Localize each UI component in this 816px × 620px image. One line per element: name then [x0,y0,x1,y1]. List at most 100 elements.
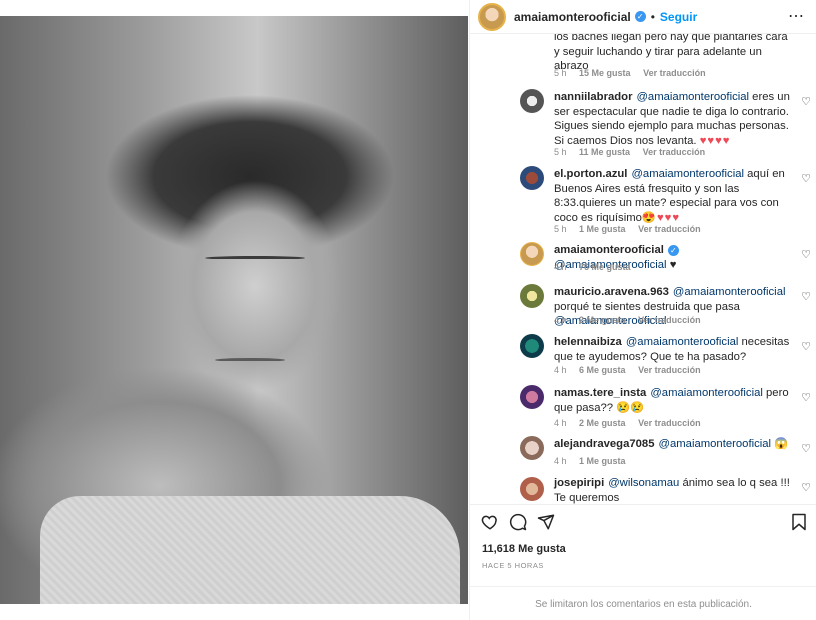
commenter-username[interactable]: el.porton.azul [554,168,627,180]
comment-likes[interactable]: 76 Me gusta [579,262,631,272]
post-photo[interactable] [0,16,468,604]
commenter-username[interactable]: amaiamonterooficial [554,244,664,256]
post-header: amaiamonterooficial ✓ • Seguir ⋯ [470,0,816,34]
more-options-icon[interactable]: ⋯ [788,6,805,26]
comment-mention[interactable]: @amaiamonterooficial [631,168,744,180]
comment-meta: 5 h 15 Me gusta Ver traducción [554,68,716,78]
comment-emoji: 😍♥♥♥ [641,211,681,224]
comment-time[interactable]: 5 h [554,147,567,157]
comments-list[interactable]: los baches llegan pero hay que plantarle… [470,34,816,504]
see-translation-link[interactable]: Ver traducción [638,418,701,428]
speech-bubble-icon [509,513,527,531]
comment-text: nanniilabrador @amaiamonterooficial eres … [554,90,794,148]
like-comment-heart-icon[interactable]: ♡ [801,340,811,353]
commenter-avatar[interactable] [520,89,544,113]
save-bookmark-icon[interactable] [789,513,809,533]
comment-body: los baches llegan pero hay que plantarle… [554,34,788,72]
commenter-avatar[interactable] [520,477,544,501]
comment-meta: 4 h 2 Me gusta Ver traducción [554,315,711,325]
post-actions-bar [470,504,816,540]
comment-emoji: 😢😢 [616,401,645,414]
comment-likes[interactable]: 15 Me gusta [579,68,631,78]
separator-dot: • [650,9,655,24]
comment-bubble-icon[interactable] [508,513,528,533]
instagram-post-view: amaiamonterooficial ✓ • Seguir ⋯ los bac… [0,0,816,620]
comment-meta: 5 h 11 Me gusta Ver traducción [554,147,715,157]
comment-likes[interactable]: 6 Me gusta [579,365,626,375]
post-side-panel: amaiamonterooficial ✓ • Seguir ⋯ los bac… [469,0,816,620]
comment-text: el.porton.azul @amaiamonterooficial aquí … [554,167,794,225]
commenter-username[interactable]: mauricio.aravena.963 [554,286,669,298]
comment-mention[interactable]: @amaiamonterooficial [626,336,739,348]
comment-text: helennaibiza @amaiamonterooficial necesit… [554,335,794,364]
like-comment-heart-icon[interactable]: ♡ [801,172,811,185]
verified-badge-icon: ✓ [634,11,646,22]
see-translation-link[interactable]: Ver traducción [638,315,701,325]
like-heart-icon[interactable] [480,513,500,533]
comment-mention[interactable]: @wilsonamau [608,477,679,489]
author-username[interactable]: amaiamonterooficial [514,10,631,24]
like-comment-heart-icon[interactable]: ♡ [801,95,811,108]
commenter-avatar[interactable] [520,385,544,409]
likes-count[interactable]: 11,618 Me gusta [482,543,566,555]
commenter-avatar[interactable] [520,284,544,308]
like-comment-heart-icon[interactable]: ♡ [801,290,811,303]
paper-plane-icon [537,514,555,530]
like-comment-heart-icon[interactable]: ♡ [801,248,811,261]
comment-likes[interactable]: 2 Me gusta [579,315,626,325]
see-translation-link[interactable]: Ver traducción [638,224,701,234]
post-time-ago: HACE 5 HORAS [482,561,544,570]
commenter-avatar[interactable] [520,166,544,190]
like-comment-heart-icon[interactable]: ♡ [801,481,811,494]
verified-badge-icon: ✓ [667,244,679,256]
comment-time[interactable]: 5 h [554,68,567,78]
comment-time[interactable]: 4 h [554,262,567,272]
comment-likes[interactable]: 1 Me gusta [579,224,626,234]
comment-time[interactable]: 4 h [554,456,567,466]
comment-meta: 5 h 1 Me gusta Ver traducción [554,224,711,234]
comment-meta: 4 h 6 Me gusta Ver traducción [554,365,711,375]
comment-likes[interactable]: 2 Me gusta [579,418,626,428]
comment-text: josepiripi @wilsonamau ánimo sea lo q sea… [554,476,794,504]
photo-detail [205,256,305,260]
comment-mention[interactable]: @amaiamonterooficial [659,438,772,450]
comment-time[interactable]: 5 h [554,224,567,234]
like-comment-heart-icon[interactable]: ♡ [801,442,811,455]
comment-time[interactable]: 4 h [554,315,567,325]
comment-mention[interactable]: @amaiamonterooficial [673,286,786,298]
see-translation-link[interactable]: Ver traducción [638,365,701,375]
comment-mention[interactable]: @amaiamonterooficial [650,387,763,399]
see-translation-link[interactable]: Ver traducción [643,147,706,157]
commenter-username[interactable]: namas.tere_insta [554,387,646,399]
like-comment-heart-icon[interactable]: ♡ [801,391,811,404]
comment-text: alejandravega7085 @amaiamonterooficial 😱 [554,437,794,452]
heart-outline-icon [481,515,497,530]
photo-detail [40,496,460,604]
comment-emoji: ♥ [669,258,677,271]
see-translation-link[interactable]: Ver traducción [643,68,706,78]
comment-mention[interactable]: @amaiamonterooficial [636,91,749,103]
commenter-avatar[interactable] [520,334,544,358]
comment-meta: 4 h 2 Me gusta Ver traducción [554,418,711,428]
commenter-avatar[interactable] [520,242,544,266]
photo-detail [215,358,285,362]
bookmark-icon [792,513,806,531]
commenter-username[interactable]: nanniilabrador [554,91,632,103]
commenter-username[interactable]: alejandravega7085 [554,438,655,450]
comments-limited-notice: Se limitaron los comentarios en esta pub… [470,586,816,620]
comment-meta: 4 h 76 Me gusta [554,262,641,272]
comment-time[interactable]: 4 h [554,365,567,375]
author-avatar[interactable] [478,2,506,31]
follow-button[interactable]: Seguir [660,10,697,24]
comment-emoji: ♥♥♥♥ [699,134,731,147]
comment-text: namas.tere_insta @amaiamonterooficial per… [554,386,794,415]
comment-likes[interactable]: 11 Me gusta [579,147,630,157]
commenter-username[interactable]: helennaibiza [554,336,622,348]
comment-time[interactable]: 4 h [554,418,567,428]
comment-emoji: 😱 [774,438,789,450]
comment-likes[interactable]: 1 Me gusta [579,456,626,466]
comment-meta: 4 h 1 Me gusta [554,456,636,466]
commenter-username[interactable]: josepiripi [554,477,604,489]
commenter-avatar[interactable] [520,436,544,460]
share-icon[interactable] [536,513,556,533]
